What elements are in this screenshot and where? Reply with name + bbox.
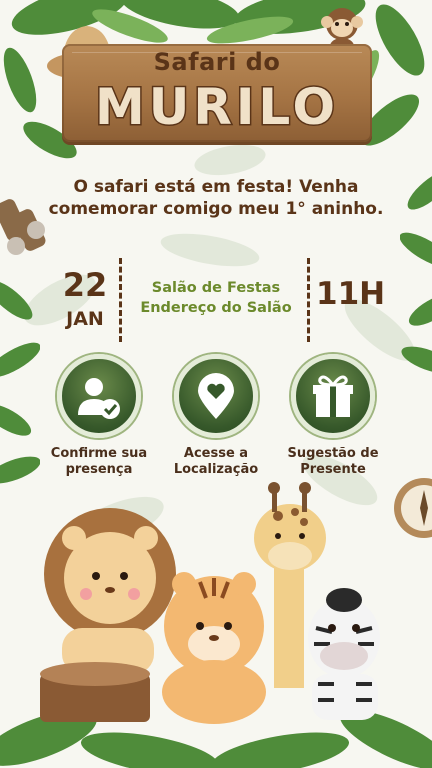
birthday-name: MURILO xyxy=(93,77,340,138)
rsvp-label: Confirme sua presença xyxy=(50,446,148,477)
location-circle[interactable] xyxy=(174,354,258,438)
gift-label: Sugestão de Presente xyxy=(287,446,379,477)
gift-circle[interactable] xyxy=(291,354,375,438)
safari-animals-illustration xyxy=(0,482,432,768)
tree-stump-icon xyxy=(40,662,150,722)
title-sign: Safari do MURILO xyxy=(62,44,372,142)
event-time: 11H xyxy=(316,276,386,312)
divider-left xyxy=(119,258,122,342)
tiger-icon xyxy=(162,572,266,724)
event-day: 22 xyxy=(62,266,108,304)
rsvp-button[interactable]: Confirme sua presença xyxy=(44,354,154,478)
venue-name: Salão de Festas xyxy=(151,280,281,296)
venue-address: Endereço do Salão xyxy=(140,300,292,316)
invitation-message: O safari está em festa! Venha comemorar … xyxy=(48,177,384,219)
event-venue: Salão de Festas Endereço do Salão xyxy=(130,278,302,318)
location-heart-icon xyxy=(198,373,234,419)
event-month: JAN xyxy=(66,308,104,330)
lion-icon xyxy=(44,508,176,674)
user-check-icon xyxy=(78,378,120,419)
location-button[interactable]: Acesse a Localização xyxy=(161,354,271,478)
title-line-1: Safari do xyxy=(153,48,281,76)
gift-icon xyxy=(313,375,353,417)
rsvp-circle[interactable] xyxy=(57,354,141,438)
gift-button[interactable]: Sugestão de Presente xyxy=(278,354,388,478)
divider-right xyxy=(307,258,310,342)
location-label: Acesse a Localização xyxy=(173,446,259,477)
event-info: 22 JAN Salão de Festas Endereço do Salão… xyxy=(0,252,432,344)
zebra-icon xyxy=(308,588,380,720)
